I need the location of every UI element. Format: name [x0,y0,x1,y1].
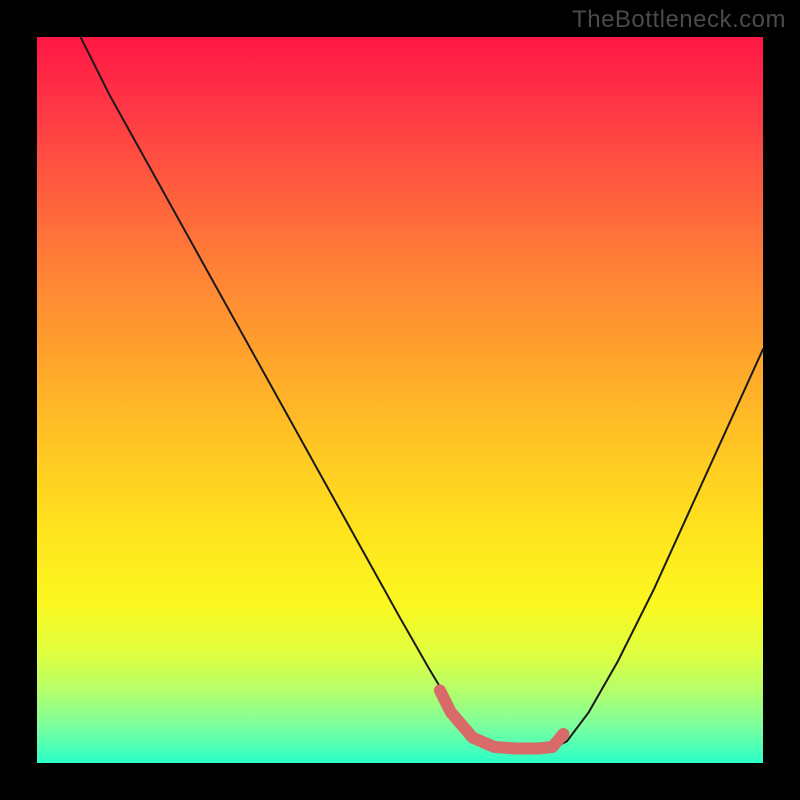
bottleneck-curve [81,37,763,748]
optimal-range-marker [440,690,563,748]
chart-svg [37,37,763,763]
watermark-text: TheBottleneck.com [572,6,786,34]
chart-plot-area [37,37,763,763]
